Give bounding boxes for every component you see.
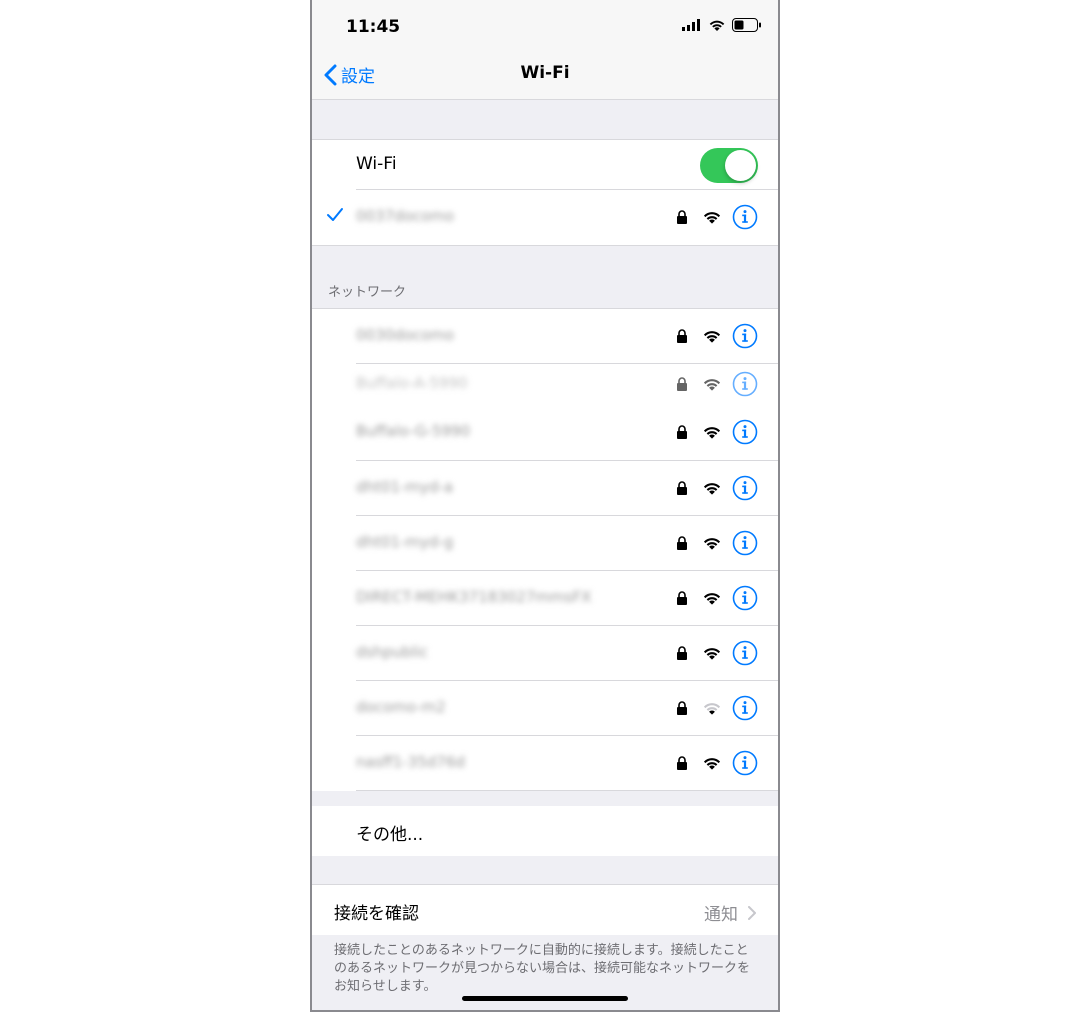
- ask-to-join-description: 接続したことのあるネットワークに自動的に接続します。接続したことのあるネットワー…: [334, 943, 751, 994]
- toggle-knob: [725, 150, 756, 181]
- lock-icon: [677, 536, 687, 550]
- wifi-signal-icon: [703, 703, 721, 715]
- network-name: dht01-myd-a: [356, 478, 454, 496]
- lock-icon: [677, 756, 687, 770]
- connected-network-name: 0037docomo: [356, 207, 455, 225]
- home-indicator[interactable]: [462, 996, 628, 1001]
- lock-icon: [677, 701, 687, 715]
- status-icons: [682, 18, 762, 32]
- ask-to-join-row[interactable]: 接続を確認 通知: [312, 885, 778, 935]
- ask-to-join-group: 接続を確認 通知: [312, 884, 778, 935]
- wifi-signal-icon: [703, 593, 721, 605]
- info-icon[interactable]: [732, 585, 758, 611]
- network-name: docomo-m2: [356, 698, 446, 716]
- network-name: 0030docomo: [356, 326, 455, 344]
- wifi-status-icon: [709, 20, 725, 31]
- ask-to-join-value: 通知: [704, 905, 738, 925]
- networks-section-header: ネットワーク: [328, 285, 407, 300]
- network-status-icons: [676, 530, 758, 556]
- info-icon[interactable]: [732, 204, 758, 230]
- network-row[interactable]: dht01-myd-g: [312, 516, 778, 571]
- network-row[interactable]: docomo-m2: [312, 681, 778, 736]
- network-name: DIRECT-MEHK37183027mmsFX: [356, 588, 592, 606]
- network-status-icons: [676, 640, 758, 666]
- network-list: 0030docomo Buffalo-G-5990 dht01-myd-a dht01…: [312, 308, 778, 791]
- wifi-signal-icon: [703, 538, 721, 550]
- info-icon[interactable]: [732, 640, 758, 666]
- network-row[interactable]: DIRECT-MEHK37183027mmsFX: [312, 571, 778, 626]
- network-name: Buffalo-G-5990: [356, 422, 471, 440]
- battery-icon: [732, 18, 761, 32]
- other-network-row[interactable]: その他...: [312, 806, 778, 856]
- info-icon[interactable]: [732, 419, 758, 445]
- wifi-signal-icon: [703, 648, 721, 660]
- network-row[interactable]: Buffalo-G-5990: [312, 364, 778, 461]
- network-status-icons: [676, 204, 758, 230]
- info-icon[interactable]: [732, 750, 758, 776]
- wifi-signal-icon: [703, 427, 721, 439]
- other-network-group: その他...: [312, 806, 778, 856]
- navigation-bar: 設定 Wi-Fi: [312, 50, 778, 100]
- checkmark-icon: [327, 208, 343, 221]
- network-status-icons: [676, 323, 758, 349]
- wifi-toggle-row: Wi-Fi: [312, 140, 778, 190]
- network-status-icons: [676, 695, 758, 721]
- network-status-icons: [676, 585, 758, 611]
- wifi-signal-icon: [703, 758, 721, 770]
- ask-to-join-detail: 通知: [704, 900, 756, 925]
- wifi-signal-icon: [703, 331, 721, 343]
- status-time: 11:45: [346, 17, 401, 37]
- lock-icon: [677, 481, 687, 495]
- network-status-icons: [676, 750, 758, 776]
- page-title: Wi-Fi: [520, 63, 570, 83]
- network-name: nasff1-35d76d: [356, 753, 466, 771]
- network-status-icons: [676, 419, 758, 445]
- wifi-signal-icon: [703, 483, 721, 495]
- network-status-icons: [676, 475, 758, 501]
- cellular-signal-icon: [682, 19, 700, 31]
- lock-icon: [677, 591, 687, 605]
- network-name: dht01-myd-g: [356, 533, 454, 551]
- lock-icon: [677, 646, 687, 660]
- info-icon[interactable]: [732, 695, 758, 721]
- lock-icon: [677, 329, 687, 343]
- ask-to-join-label: 接続を確認: [334, 904, 419, 924]
- info-icon[interactable]: [732, 530, 758, 556]
- network-row[interactable]: nasff1-35d76d: [312, 736, 778, 791]
- network-name: dshpublic: [356, 643, 428, 661]
- wifi-signal-icon: [703, 212, 721, 224]
- other-network-label: その他...: [356, 825, 424, 845]
- lock-icon: [677, 425, 687, 439]
- connected-network-row[interactable]: 0037docomo: [312, 190, 778, 245]
- wifi-group: Wi-Fi 0037docomo: [312, 139, 778, 246]
- wifi-toggle-label: Wi-Fi: [356, 154, 397, 174]
- status-bar: 11:45: [312, 0, 778, 50]
- wifi-toggle-switch[interactable]: [700, 148, 758, 183]
- info-icon[interactable]: [732, 475, 758, 501]
- network-row[interactable]: 0030docomo: [312, 309, 778, 364]
- info-icon[interactable]: [732, 323, 758, 349]
- network-row[interactable]: dshpublic: [312, 626, 778, 681]
- network-row[interactable]: dht01-myd-a: [312, 461, 778, 516]
- row-divider: [356, 790, 778, 791]
- chevron-right-icon: [748, 905, 756, 920]
- lock-icon: [677, 210, 687, 224]
- phone-screen: 11:45 設定 Wi-Fi Wi-Fi 0037docomo ネットワーク 0…: [310, 0, 780, 1012]
